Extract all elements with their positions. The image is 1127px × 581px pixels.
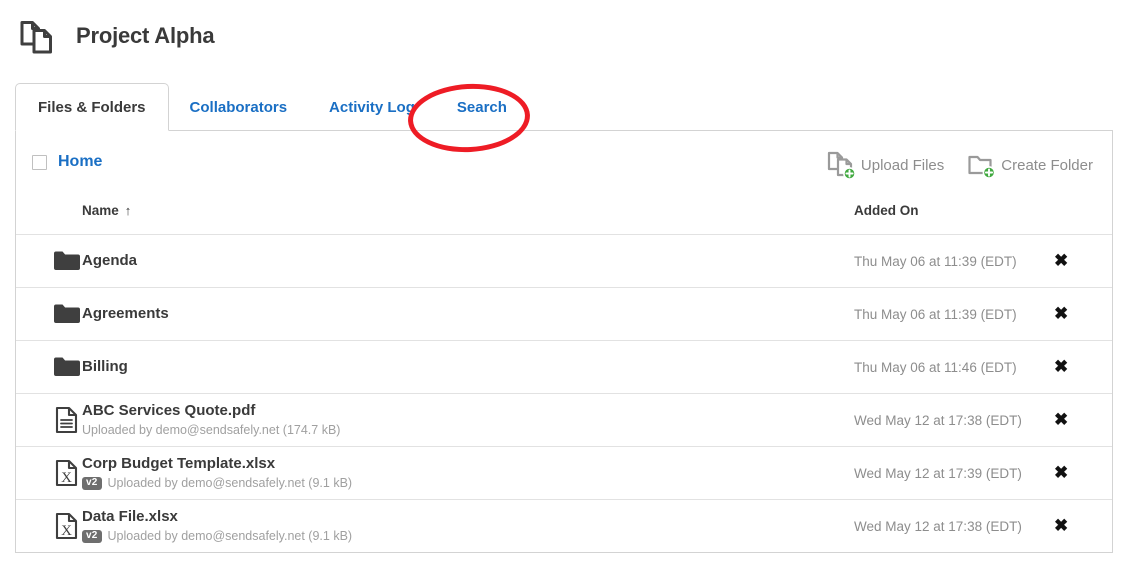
row-delete-cell: ✖ xyxy=(1054,500,1112,553)
file-table-body: Agenda Thu May 06 at 11:39 (EDT) ✖ Agreemen… xyxy=(16,234,1112,553)
create-folder-label: Create Folder xyxy=(1001,156,1093,174)
file-name[interactable]: ABC Services Quote.pdf xyxy=(82,402,854,421)
sort-ascending-icon[interactable]: ↑ xyxy=(125,203,132,218)
file-subtitle: Uploaded by demo@sendsafely.net (174.7 k… xyxy=(82,423,854,438)
file-name[interactable]: Agenda xyxy=(82,252,854,271)
file-subtitle-text: Uploaded by demo@sendsafely.net (174.7 k… xyxy=(82,423,341,438)
delete-icon[interactable]: ✖ xyxy=(1054,358,1068,375)
row-delete-cell: ✖ xyxy=(1054,394,1112,447)
file-subtitle-text: Uploaded by demo@sendsafely.net (9.1 kB) xyxy=(107,476,353,491)
row-added-on: Thu May 06 at 11:46 (EDT) xyxy=(854,359,1017,375)
column-header-name-label: Name xyxy=(82,203,119,218)
table-row[interactable]: Billing Thu May 06 at 11:46 (EDT) ✖ xyxy=(16,340,1112,394)
upload-files-label: Upload Files xyxy=(860,156,945,174)
xlsx-file-icon: X xyxy=(52,458,82,488)
app-header: Project Alpha xyxy=(0,0,1127,56)
column-header-icon xyxy=(16,203,82,235)
table-row[interactable]: X Data File.xlsx v2 Uploaded by demo@sendsa… xyxy=(16,499,1112,553)
toolbar-actions: Upload Files Create Folder xyxy=(826,147,1096,181)
row-name-cell[interactable]: ABC Services Quote.pdf Uploaded by demo@s… xyxy=(82,394,854,447)
table-row[interactable]: Agreements Thu May 06 at 11:39 (EDT) ✖ xyxy=(16,287,1112,341)
file-subtitle: v2 Uploaded by demo@sendsafely.net (9.1 k… xyxy=(82,476,854,491)
file-name[interactable]: Corp Budget Template.xlsx xyxy=(82,455,854,474)
folder-icon xyxy=(52,299,82,329)
file-name[interactable]: Billing xyxy=(82,358,854,377)
row-icon-cell xyxy=(16,394,82,447)
svg-text:X: X xyxy=(61,470,72,486)
row-added-on: Wed May 12 at 17:39 (EDT) xyxy=(854,465,1022,481)
create-folder-button[interactable]: Create Folder xyxy=(966,149,1093,181)
panel-toolbar: Home Upload Files Create Folder xyxy=(16,131,1112,203)
create-folder-icon xyxy=(966,149,1000,181)
row-icon-cell xyxy=(16,235,82,288)
delete-icon[interactable]: ✖ xyxy=(1054,252,1068,269)
row-icon-cell: X xyxy=(16,500,82,553)
column-header-added-on[interactable]: Added On xyxy=(854,203,1054,235)
folder-icon xyxy=(52,352,82,382)
row-icon-cell: X xyxy=(16,447,82,500)
delete-icon[interactable]: ✖ xyxy=(1054,464,1068,481)
version-badge[interactable]: v2 xyxy=(82,477,102,491)
table-row[interactable]: X Corp Budget Template.xlsx v2 Uploaded by … xyxy=(16,446,1112,500)
row-name-cell[interactable]: Agreements xyxy=(82,288,854,341)
upload-files-icon xyxy=(826,149,860,181)
version-badge[interactable]: v2 xyxy=(82,530,102,544)
delete-icon[interactable]: ✖ xyxy=(1054,411,1068,428)
row-added-on: Thu May 06 at 11:39 (EDT) xyxy=(854,253,1017,269)
upload-files-button[interactable]: Upload Files xyxy=(826,149,944,181)
delete-icon[interactable]: ✖ xyxy=(1054,305,1068,322)
column-header-delete xyxy=(1054,203,1112,235)
tab-strip: Files & Folders Collaborators Activity L… xyxy=(15,83,1113,131)
row-delete-cell: ✖ xyxy=(1054,341,1112,394)
documents-icon xyxy=(16,13,62,59)
breadcrumb-home-link[interactable]: Home xyxy=(58,153,102,171)
file-subtitle-text: Uploaded by demo@sendsafely.net (9.1 kB) xyxy=(107,529,353,544)
row-icon-cell xyxy=(16,288,82,341)
xlsx-file-icon: X xyxy=(52,511,82,541)
file-subtitle: v2 Uploaded by demo@sendsafely.net (9.1 k… xyxy=(82,529,854,544)
select-all-checkbox[interactable] xyxy=(32,154,47,170)
svg-text:X: X xyxy=(61,523,72,539)
tab-files-and-folders[interactable]: Files & Folders xyxy=(15,83,169,131)
column-header-name[interactable]: Name ↑ xyxy=(82,203,854,235)
row-delete-cell: ✖ xyxy=(1054,288,1112,341)
tab-search[interactable]: Search xyxy=(436,83,528,130)
file-table-head: Name ↑ Added On xyxy=(16,203,1112,235)
files-panel: Home Upload Files Create Folder Name ↑ A… xyxy=(15,130,1113,553)
row-added-on: Thu May 06 at 11:39 (EDT) xyxy=(854,306,1017,322)
delete-icon[interactable]: ✖ xyxy=(1054,517,1068,534)
table-row[interactable]: ABC Services Quote.pdf Uploaded by demo@s… xyxy=(16,393,1112,447)
row-delete-cell: ✖ xyxy=(1054,447,1112,500)
tab-activity-log[interactable]: Activity Log xyxy=(308,83,436,130)
breadcrumb: Home xyxy=(32,147,102,171)
file-table-header-row: Name ↑ Added On xyxy=(16,203,1112,235)
folder-icon xyxy=(52,246,82,276)
tab-collaborators[interactable]: Collaborators xyxy=(169,83,309,130)
file-name[interactable]: Agreements xyxy=(82,305,854,324)
row-name-cell[interactable]: Data File.xlsx v2 Uploaded by demo@sendsaf… xyxy=(82,500,854,553)
page-title: Project Alpha xyxy=(76,23,215,48)
row-icon-cell xyxy=(16,341,82,394)
row-name-cell[interactable]: Corp Budget Template.xlsx v2 Uploaded by d… xyxy=(82,447,854,500)
file-name[interactable]: Data File.xlsx xyxy=(82,508,854,527)
file-table: Name ↑ Added On Agenda Thu May 06 at 11:39… xyxy=(16,203,1112,552)
row-name-cell[interactable]: Agenda xyxy=(82,235,854,288)
pdf-file-icon xyxy=(52,405,82,435)
row-added-on: Wed May 12 at 17:38 (EDT) xyxy=(854,518,1022,534)
row-delete-cell: ✖ xyxy=(1054,235,1112,288)
table-row[interactable]: Agenda Thu May 06 at 11:39 (EDT) ✖ xyxy=(16,234,1112,288)
row-name-cell[interactable]: Billing xyxy=(82,341,854,394)
row-added-on: Wed May 12 at 17:38 (EDT) xyxy=(854,412,1022,428)
